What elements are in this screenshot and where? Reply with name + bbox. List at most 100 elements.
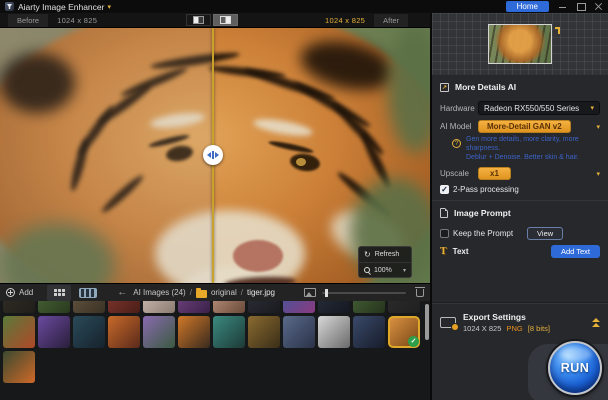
thumbnail-orange-room[interactable] xyxy=(108,316,140,348)
slider-left-arrow-icon xyxy=(204,152,211,158)
ai-model-chevron-icon[interactable]: ▾ xyxy=(596,123,600,131)
breadcrumb-folder[interactable]: original xyxy=(211,288,237,297)
collapse-chevrons-icon[interactable] xyxy=(592,318,600,327)
thumbnail-framed-photo[interactable] xyxy=(318,316,350,348)
app-logo-icon xyxy=(5,2,14,11)
document-icon xyxy=(440,208,448,218)
thumbnail-dark-3[interactable] xyxy=(318,301,350,313)
viewer-controls: ↻ Refresh 100% ▾ xyxy=(358,246,412,278)
delete-icon[interactable] xyxy=(416,289,424,297)
titlebar: Aiarty Image Enhancer ▾ Home xyxy=(0,0,608,13)
view-mode-bar: Before 1024 x 825 1024 x 825 After xyxy=(0,13,430,28)
ai-model-label: AI Model xyxy=(440,122,474,131)
export-format: PNG xyxy=(506,324,522,333)
selected-check-icon: ✓ xyxy=(408,336,419,347)
breadcrumb-root[interactable]: AI Images (24) xyxy=(133,288,185,297)
two-pass-checkbox[interactable]: ✓ xyxy=(440,185,449,194)
zoom-chevron-icon: ▾ xyxy=(403,267,406,274)
slider-right-arrow-icon xyxy=(215,152,222,158)
thumbnail-neon-city[interactable] xyxy=(283,301,315,313)
hardware-row: Hardware Radeon RX550/550 Series ▾ xyxy=(432,101,608,115)
slider-bar-icon xyxy=(212,151,214,159)
tiger-fur-detail xyxy=(296,158,306,166)
maximize-button[interactable] xyxy=(576,2,585,11)
thumbnail-screens[interactable] xyxy=(73,316,105,348)
refresh-button[interactable]: ↻ Refresh xyxy=(359,247,411,262)
thumbnail-size-slider[interactable] xyxy=(322,292,406,294)
compare-slider-handle[interactable] xyxy=(203,145,223,165)
refresh-label: Refresh xyxy=(375,251,400,258)
after-size: 1024 x 825 xyxy=(325,16,365,25)
keep-prompt-label: Keep the Prompt xyxy=(453,229,513,238)
ai-model-description: Gen more details, more clarity, more sha… xyxy=(466,135,600,162)
thumbnail-dark-2[interactable] xyxy=(248,301,280,313)
hardware-chevron-icon: ▾ xyxy=(590,104,594,112)
export-settings-icon xyxy=(440,317,456,328)
breadcrumb-separator: / xyxy=(190,288,192,297)
thumbnail-portrait-warm[interactable] xyxy=(213,301,245,313)
enhance-icon: ↗ xyxy=(440,83,449,92)
thumbnail-dark-4[interactable] xyxy=(388,301,420,313)
thumbnail-cave[interactable] xyxy=(73,301,105,313)
export-settings[interactable]: Export Settings 1024 X 825 PNG [8 bits] xyxy=(432,302,608,340)
export-bit-depth: [8 bits] xyxy=(528,324,550,333)
app-menu-chevron-icon[interactable]: ▾ xyxy=(107,3,111,11)
thumbnail-frog-1[interactable] xyxy=(38,301,70,313)
preview-thumbnail[interactable] xyxy=(488,24,552,64)
thumbnail-portrait-light[interactable] xyxy=(143,301,175,313)
add-text-button[interactable]: Add Text xyxy=(551,245,600,258)
thumbnail-monk[interactable] xyxy=(178,316,210,348)
ai-model-row: AI Model More-Detail GAN v2 ▾ xyxy=(432,120,608,133)
zoom-level-value: 100% xyxy=(374,267,392,274)
add-label: Add xyxy=(19,288,33,297)
text-tool-icon: T xyxy=(440,247,447,257)
close-button[interactable] xyxy=(594,2,603,11)
help-icon[interactable]: ? xyxy=(452,139,461,148)
thumbnail-dark-1[interactable] xyxy=(3,301,35,313)
thumbnail-purple-scene[interactable] xyxy=(178,301,210,313)
split-view-toggle[interactable] xyxy=(186,14,211,26)
side-by-side-view-toggle[interactable] xyxy=(213,14,238,26)
slider-handle[interactable] xyxy=(325,289,328,297)
thumbnail-steampunk-train[interactable] xyxy=(248,316,280,348)
thumbnail-red-scene[interactable] xyxy=(108,301,140,313)
ai-model-description-row: ? Gen more details, more clarity, more s… xyxy=(432,133,608,162)
thumbnail-frog-2[interactable] xyxy=(353,301,385,313)
upscale-button[interactable]: x1 xyxy=(478,167,511,180)
thumbnail-space-figure[interactable] xyxy=(353,316,385,348)
thumbnail-icon-grid[interactable] xyxy=(38,316,70,348)
run-button[interactable]: RUN xyxy=(548,341,602,395)
zoom-level-dropdown[interactable]: 100% ▾ xyxy=(359,262,411,277)
thumbnail-mountains[interactable] xyxy=(283,316,315,348)
ai-model-button[interactable]: More-Detail GAN v2 xyxy=(478,120,571,133)
thumbnail-toucan[interactable] xyxy=(3,351,35,383)
home-button[interactable]: Home xyxy=(506,1,549,12)
upscale-chevron-icon[interactable]: ▾ xyxy=(596,170,600,178)
thumbnail-grid: ✓ xyxy=(0,301,430,400)
filmstrip-view-button[interactable] xyxy=(79,288,97,298)
image-prompt-header: Image Prompt xyxy=(432,201,608,222)
image-viewer: ↻ Refresh 100% ▾ xyxy=(0,28,430,283)
thumbnail-parrot-flowers[interactable] xyxy=(3,316,35,348)
grid-view-icon xyxy=(54,289,65,296)
keep-prompt-checkbox[interactable] xyxy=(440,229,449,238)
grid-view-button[interactable] xyxy=(47,285,71,301)
refresh-icon: ↻ xyxy=(364,251,371,259)
add-button[interactable]: Add xyxy=(6,288,33,297)
hardware-dropdown[interactable]: Radeon RX550/550 Series ▾ xyxy=(478,101,600,115)
folder-icon xyxy=(196,290,207,298)
breadcrumb-file[interactable]: tiger.jpg xyxy=(247,288,275,297)
filmstrip-icon xyxy=(81,289,95,297)
back-arrow-icon[interactable]: ← xyxy=(117,288,127,298)
thumbnail-jellyfish[interactable] xyxy=(143,316,175,348)
keep-prompt-row: Keep the Prompt View xyxy=(432,227,608,240)
minimize-button[interactable] xyxy=(558,2,567,11)
thumbnails-scrollbar[interactable] xyxy=(425,304,429,340)
thumbnail-row xyxy=(3,301,427,313)
view-button[interactable]: View xyxy=(527,227,563,240)
thumbnail-moth[interactable] xyxy=(213,316,245,348)
thumbnail-tiger-selected[interactable]: ✓ xyxy=(388,316,420,348)
preview-area xyxy=(432,13,608,75)
more-details-title: More Details AI xyxy=(455,82,516,92)
magnifier-icon xyxy=(364,267,370,273)
